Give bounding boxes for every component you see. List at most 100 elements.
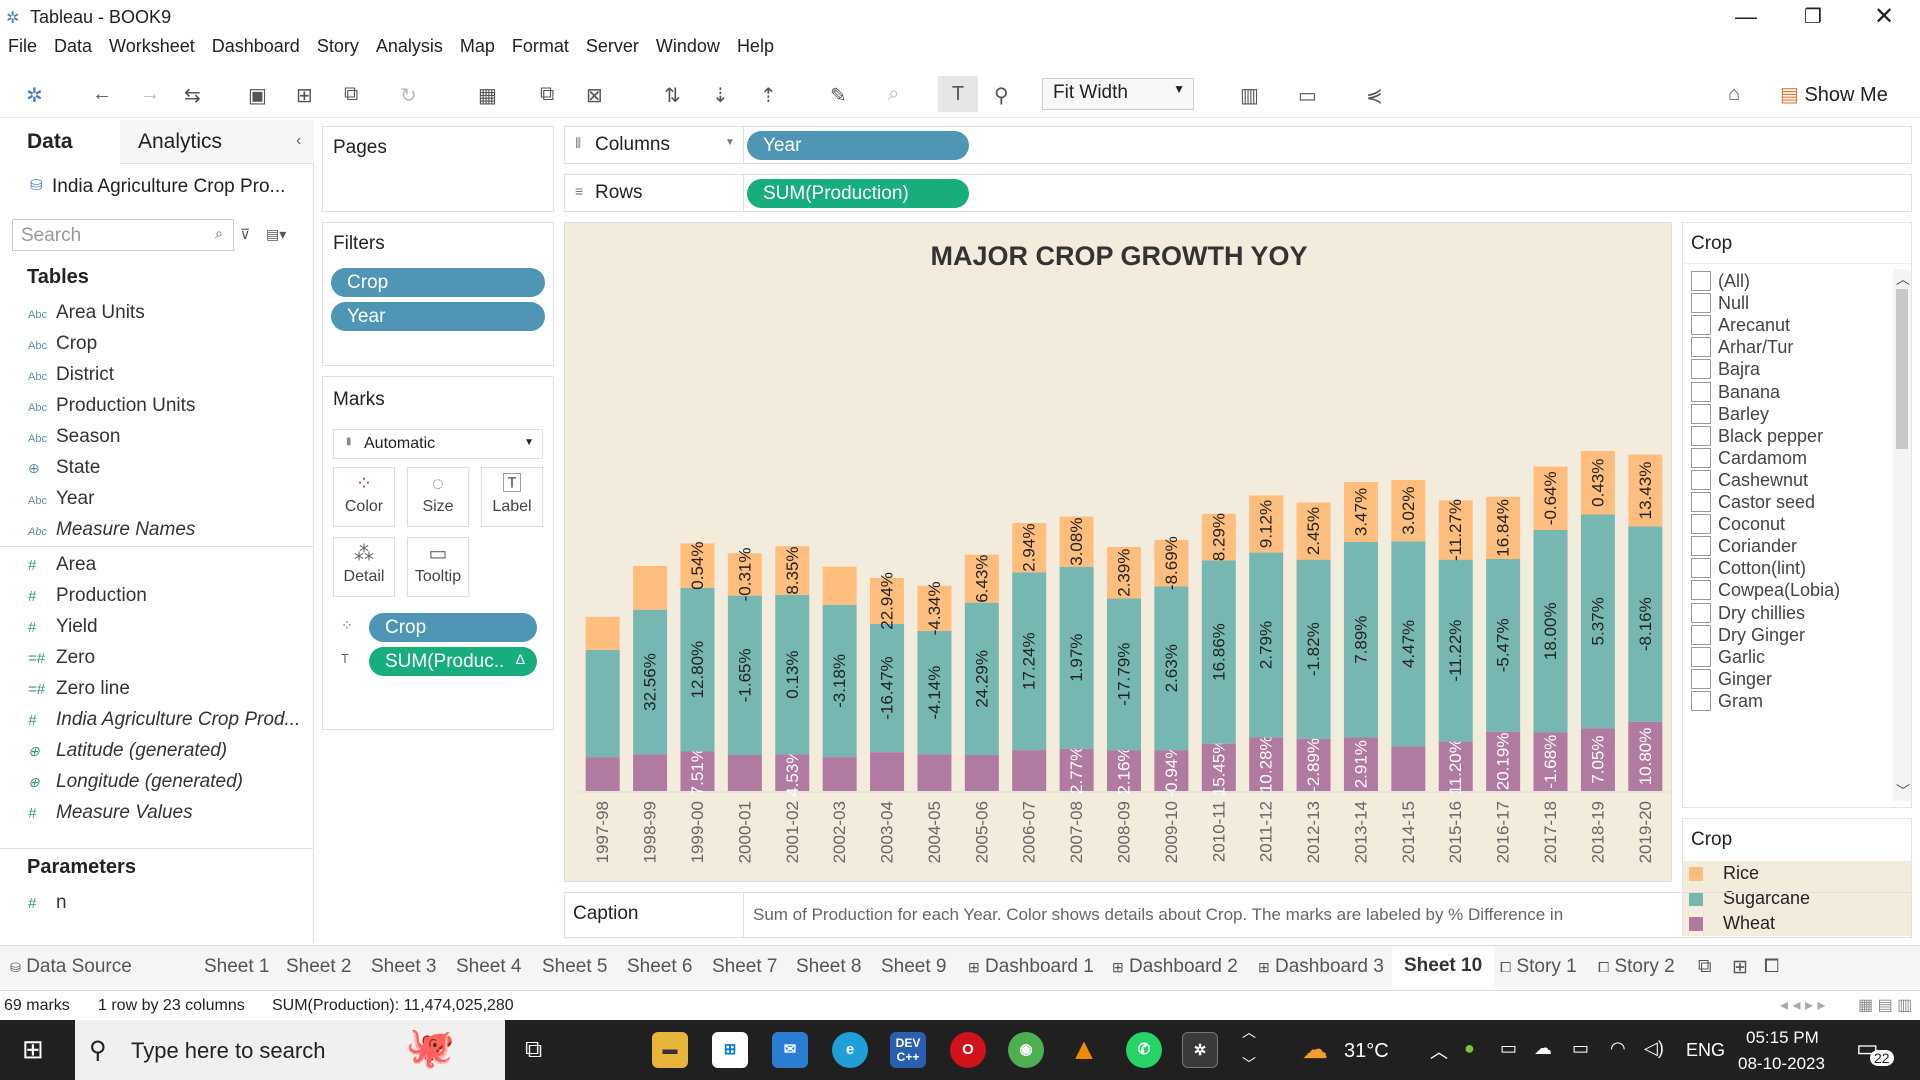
- chevron-up-icon[interactable]: ︿: [1242, 1022, 1256, 1042]
- crop-filter-item[interactable]: Barley: [1691, 403, 1769, 425]
- crop-filter-item[interactable]: Cotton(lint): [1691, 558, 1806, 579]
- collapse-icon[interactable]: ‹: [296, 132, 301, 150]
- bar-segment-rice[interactable]: [633, 565, 668, 610]
- bar-segment-wheat[interactable]: [917, 754, 952, 791]
- datasource-name[interactable]: India Agriculture Crop Pro...: [52, 176, 285, 198]
- tab-story-1[interactable]: ⧠ Story 1: [1500, 956, 1577, 978]
- new-dashboard-icon[interactable]: ⊞: [1732, 956, 1748, 979]
- close-icon[interactable]: ✕: [1874, 2, 1894, 31]
- filter-pill-crop[interactable]: Crop: [331, 268, 545, 297]
- menu-file[interactable]: File: [8, 36, 37, 57]
- view-toggle-icon[interactable]: ▦ ▤ ▥: [1858, 995, 1912, 1015]
- checkbox[interactable]: [1691, 293, 1711, 314]
- show-cards-icon[interactable]: ▥: [1240, 83, 1259, 108]
- show-labels-icon[interactable]: T: [938, 76, 978, 112]
- format-painter-icon[interactable]: ⌂: [1728, 83, 1740, 106]
- field-area[interactable]: # Area: [28, 554, 96, 576]
- scroll-up-icon[interactable]: ︿: [1896, 269, 1910, 289]
- save-icon[interactable]: ▣: [248, 83, 267, 108]
- sort-descending-icon[interactable]: ⇡: [760, 83, 777, 108]
- stacked-bar-chart[interactable]: 1997-98 32.56% 1998-99 7.51% 12.80% 0.54% 1999…: [565, 223, 1673, 883]
- chrome-icon[interactable]: ◉: [1008, 1032, 1044, 1068]
- checkbox[interactable]: [1691, 646, 1711, 667]
- chevron-up-icon[interactable]: ︿: [1430, 1038, 1448, 1064]
- menu-analysis[interactable]: Analysis: [376, 36, 443, 57]
- checkbox[interactable]: [1691, 602, 1711, 623]
- task-view-icon[interactable]: ⧉: [525, 1036, 542, 1064]
- crop-filter-item[interactable]: Arhar/Tur: [1691, 337, 1793, 358]
- crop-filter-item[interactable]: Dry Ginger: [1691, 624, 1805, 646]
- clear-sheet-icon[interactable]: ⊠: [586, 83, 603, 108]
- undo-icon[interactable]: ←: [92, 83, 112, 106]
- field-latitude[interactable]: ⊕ Latitude (generated): [28, 740, 227, 762]
- crop-filter-item[interactable]: Ginger: [1691, 668, 1772, 690]
- field-parameter-n[interactable]: # n: [28, 892, 67, 914]
- field-production[interactable]: # Production: [28, 585, 147, 607]
- search-input[interactable]: Search ⌕: [12, 219, 234, 251]
- menu-server[interactable]: Server: [586, 36, 639, 57]
- menu-format[interactable]: Format: [512, 36, 569, 57]
- checkbox[interactable]: [1691, 514, 1711, 535]
- checkbox[interactable]: [1691, 315, 1711, 336]
- field-zero-line[interactable]: =# Zero line: [28, 678, 130, 700]
- highlight-icon[interactable]: ✎: [830, 83, 847, 108]
- crop-filter-item[interactable]: Castor seed: [1691, 492, 1815, 513]
- marks-pill-production[interactable]: SUM(Produc.. Δ: [369, 647, 537, 676]
- legend-item-rice[interactable]: Rice: [1683, 861, 1911, 886]
- show-me-button[interactable]: ▤ Show Me: [1780, 82, 1888, 107]
- marks-pill-crop[interactable]: Crop: [369, 613, 537, 642]
- crop-filter-item[interactable]: (All): [1691, 271, 1750, 292]
- tab-data[interactable]: Data: [0, 120, 120, 164]
- new-sheet-icon[interactable]: ⧉: [1698, 956, 1712, 978]
- file-explorer-icon[interactable]: ▬: [652, 1032, 688, 1068]
- crop-filter-item[interactable]: Dry chillies: [1691, 602, 1805, 624]
- field-season[interactable]: Abc Season: [28, 426, 120, 448]
- share-icon[interactable]: ⋞: [1366, 83, 1383, 108]
- detail-button[interactable]: ⁂ Detail: [333, 537, 395, 597]
- checkbox[interactable]: [1691, 668, 1711, 689]
- checkbox[interactable]: [1691, 536, 1711, 557]
- windows-start-icon[interactable]: ⊞: [22, 1034, 44, 1065]
- tab-sheet-4[interactable]: Sheet 4: [456, 956, 522, 978]
- field-production-units[interactable]: Abc Production Units: [28, 395, 195, 417]
- group-icon[interactable]: ⌕: [888, 83, 899, 106]
- field-district[interactable]: Abc District: [28, 364, 114, 386]
- bar-segment-rice[interactable]: [822, 566, 857, 605]
- chart-view[interactable]: MAJOR CROP GROWTH YOY 1997-98 32.56% 1998-…: [564, 222, 1672, 882]
- field-year[interactable]: Abc Year: [28, 488, 94, 510]
- bar-segment-sugarcane[interactable]: [585, 649, 620, 758]
- tab-sheet-3[interactable]: Sheet 3: [371, 956, 437, 978]
- field-crop[interactable]: Abc Crop: [28, 333, 97, 355]
- checkbox[interactable]: [1691, 403, 1711, 424]
- language-indicator[interactable]: ENG: [1686, 1040, 1725, 1061]
- crop-filter-item[interactable]: Banana: [1691, 381, 1780, 403]
- menu-story[interactable]: Story: [317, 36, 359, 57]
- crop-filter-item[interactable]: Garlic: [1691, 646, 1765, 668]
- checkbox[interactable]: [1691, 271, 1711, 291]
- rows-shelf[interactable]: ≡ Rows SUM(Production): [564, 174, 1912, 212]
- edge-icon[interactable]: e: [832, 1032, 868, 1068]
- vlc-icon[interactable]: ▲: [1066, 1032, 1102, 1068]
- weather-temp[interactable]: 31°C: [1344, 1040, 1389, 1063]
- columns-pill-year[interactable]: Year: [747, 131, 969, 160]
- bar-segment-wheat[interactable]: [1391, 746, 1426, 791]
- crop-filter-item[interactable]: Gram: [1691, 690, 1763, 712]
- menu-map[interactable]: Map: [460, 36, 495, 57]
- tab-sheet-7[interactable]: Sheet 7: [712, 956, 778, 978]
- tooltip-button[interactable]: ▭ Tooltip: [407, 537, 469, 597]
- crop-filter-item[interactable]: Null: [1691, 293, 1749, 314]
- crop-filter-item[interactable]: Coconut: [1691, 514, 1785, 535]
- field-area-units[interactable]: Abc Area Units: [28, 302, 145, 324]
- menu-window[interactable]: Window: [656, 36, 720, 57]
- mail-icon[interactable]: ✉: [772, 1032, 808, 1068]
- navigation-icon[interactable]: ◂ ◂ ▸ ▸: [1780, 995, 1825, 1015]
- fix-axes-icon[interactable]: ⚲: [994, 83, 1009, 108]
- checkbox[interactable]: [1691, 492, 1711, 512]
- tableau-home-icon[interactable]: ✲: [26, 83, 43, 108]
- checkbox[interactable]: [1691, 580, 1711, 601]
- field-measure-values[interactable]: # Measure Values: [28, 802, 193, 824]
- bar-segment-wheat[interactable]: [870, 752, 905, 791]
- tab-sheet-10[interactable]: Sheet 10: [1392, 946, 1495, 987]
- tab-sheet-6[interactable]: Sheet 6: [627, 956, 693, 978]
- checkbox[interactable]: [1691, 337, 1711, 358]
